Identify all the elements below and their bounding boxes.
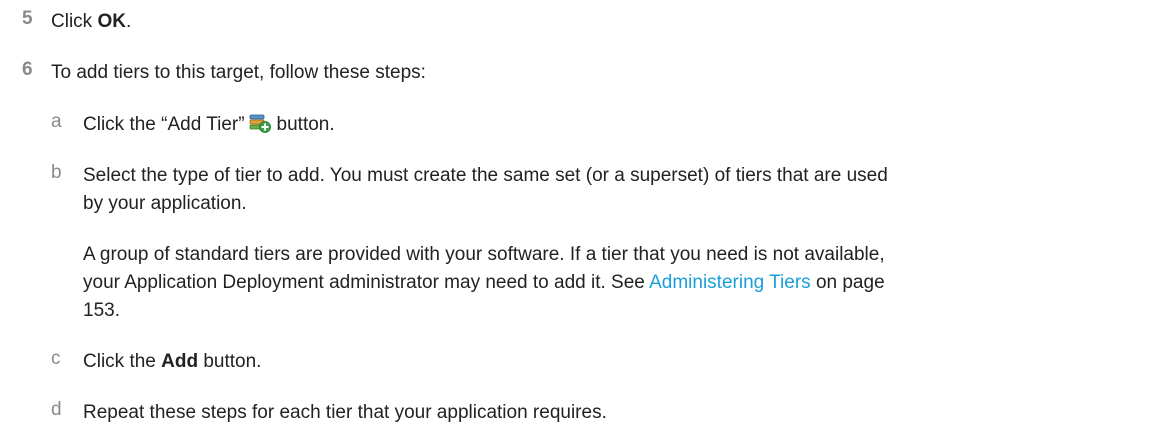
step-number: 5 xyxy=(22,8,33,29)
substep-text: Select the type of tier to add. You must… xyxy=(83,165,888,214)
step-text: To add tiers to this target, follow thes… xyxy=(51,62,426,83)
administering-tiers-link[interactable]: Administering Tiers xyxy=(649,272,811,293)
add-tier-icon xyxy=(249,113,271,133)
substep-letter: b xyxy=(51,162,62,183)
note-text: A group of standard tiers are provided w… xyxy=(83,244,885,321)
substep-letter: c xyxy=(51,348,61,369)
substep-letter: d xyxy=(51,399,62,420)
substep-text: Click the Add button. xyxy=(83,351,262,372)
substep-text: Click the “Add Tier” button. xyxy=(83,113,335,135)
step-text: Click OK. xyxy=(51,11,132,32)
substep-letter: a xyxy=(51,111,62,132)
substep-text: Repeat these steps for each tier that yo… xyxy=(83,402,607,423)
step-number: 6 xyxy=(22,59,33,80)
